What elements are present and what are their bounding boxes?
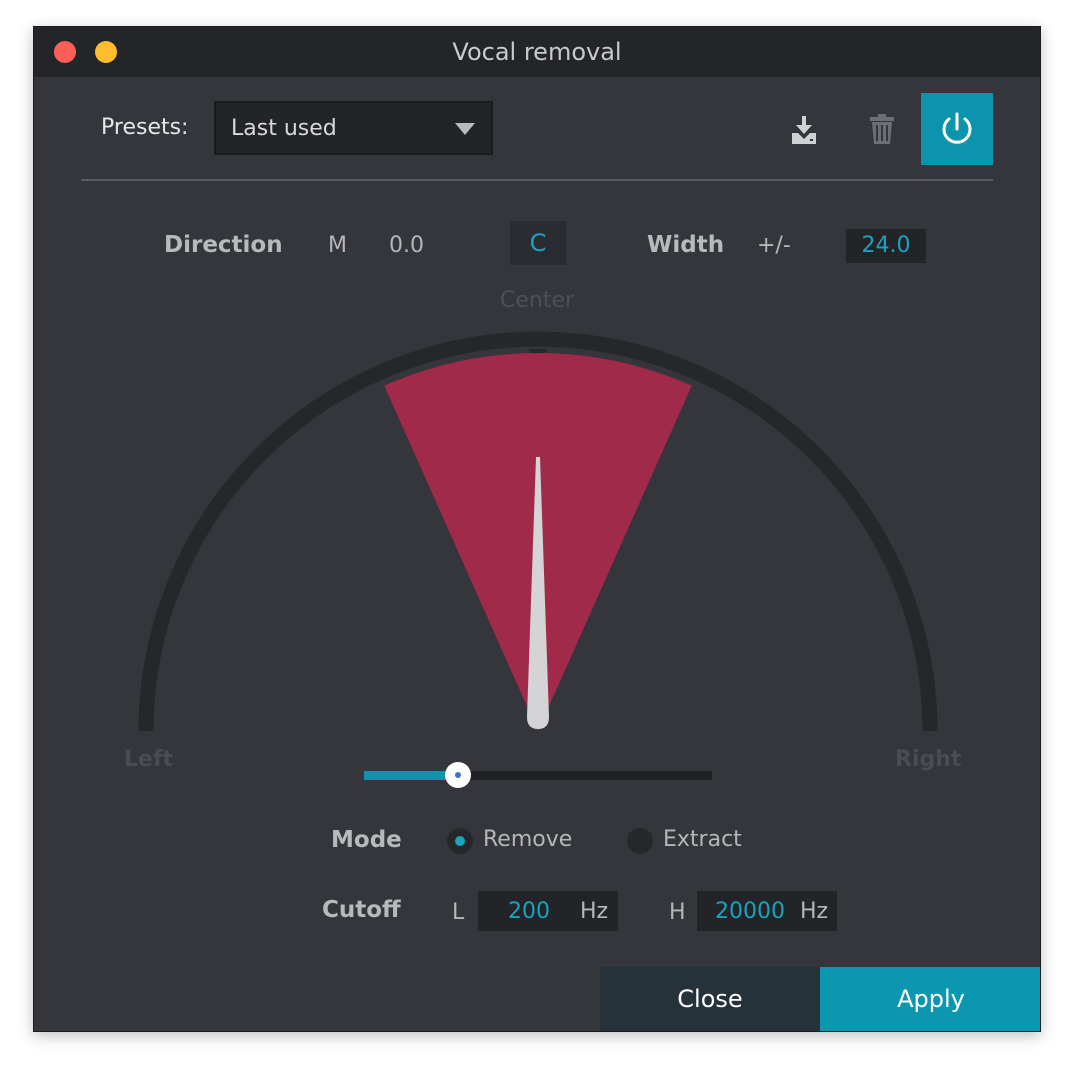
cutoff-label: Cutoff (322, 897, 401, 923)
cutoff-high-prefix: H (669, 900, 686, 925)
stereo-dial[interactable] (34, 27, 1041, 787)
mode-extract-label[interactable]: Extract (663, 827, 742, 852)
close-button[interactable]: Close (600, 967, 820, 1031)
apply-button[interactable]: Apply (820, 967, 1040, 1031)
slider-fill (364, 771, 458, 780)
cutoff-low-unit: Hz (580, 899, 609, 924)
mode-remove-label[interactable]: Remove (483, 827, 572, 852)
mode-extract-radio[interactable] (627, 828, 653, 854)
cutoff-high-input[interactable]: 20000 Hz (697, 891, 837, 931)
slider-thumb[interactable] (444, 762, 471, 788)
dial-left-label: Left (124, 747, 174, 772)
direction-slider[interactable] (364, 762, 712, 788)
cutoff-high-value: 20000 (715, 899, 785, 924)
mode-remove-radio[interactable] (447, 828, 473, 854)
cutoff-low-value: 200 (508, 899, 550, 924)
vocal-removal-window: Vocal removal Presets: Last used Directi… (33, 26, 1041, 1032)
cutoff-low-input[interactable]: 200 Hz (478, 891, 618, 931)
cutoff-low-prefix: L (452, 900, 465, 925)
cutoff-high-unit: Hz (800, 899, 829, 924)
mode-label: Mode (331, 827, 402, 853)
dial-right-label: Right (895, 747, 962, 772)
